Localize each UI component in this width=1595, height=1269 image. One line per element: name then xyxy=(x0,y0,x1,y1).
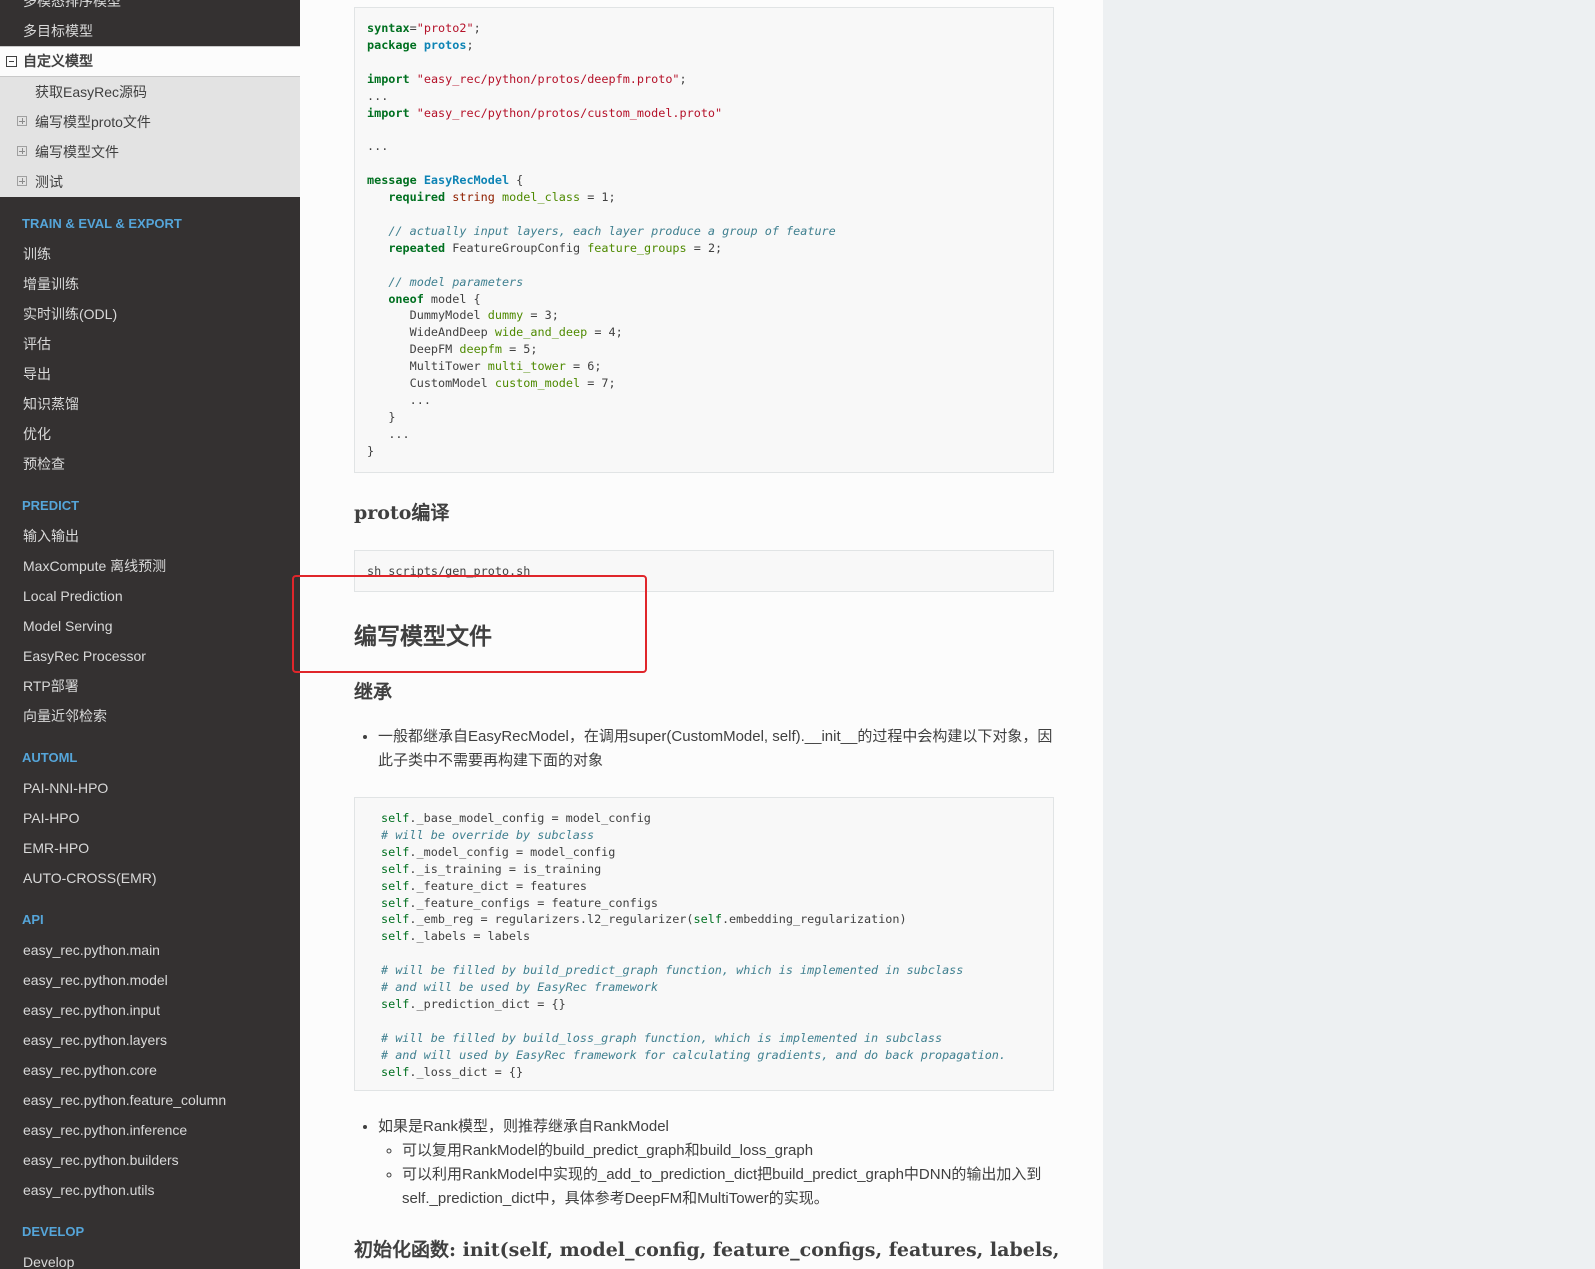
proto-code-block: syntax="proto2"; package protos; import … xyxy=(354,7,1054,473)
list-item-text: 如果是Rank模型，则推荐继承自RankModel xyxy=(378,1118,669,1135)
sidebar-nav-item[interactable]: 导出 xyxy=(0,359,300,389)
list-item: 一般都继承自EasyRecModel，在调用super(CustomModel,… xyxy=(378,725,1054,773)
sidebar-nav-item[interactable]: 知识蒸馏 xyxy=(0,389,300,419)
sidebar-caption: TRAIN & EVAL & EXPORT xyxy=(22,216,182,231)
sidebar-nav-item[interactable]: easy_rec.python.utils xyxy=(0,1175,300,1205)
sidebar-caption: DEVELOP xyxy=(22,1224,85,1239)
sublist-item: 可以利用RankModel中实现的_add_to_prediction_dict… xyxy=(402,1163,1054,1211)
sidebar-nav-item[interactable]: 增量训练 xyxy=(0,269,300,299)
sidebar-caption: AUTOML xyxy=(22,750,78,765)
sidebar-nav-item[interactable]: Local Prediction xyxy=(0,581,300,611)
subnav-label: 获取EasyRec源码 xyxy=(35,84,148,100)
sidebar-nav-item[interactable]: Model Serving xyxy=(0,611,300,641)
sidebar-nav-item[interactable]: 优化 xyxy=(0,419,300,449)
sidebar-nav-item[interactable]: EMR-HPO xyxy=(0,833,300,863)
sidebar-nav-item[interactable]: 预检查 xyxy=(0,449,300,479)
collapse-icon[interactable] xyxy=(6,56,17,67)
heading-proto-compile: proto编译 xyxy=(354,502,450,524)
sublist-item: 可以复用RankModel的build_predict_graph和build_… xyxy=(402,1139,1054,1163)
sidebar-nav-item[interactable]: 评估 xyxy=(0,329,300,359)
nav-item-multitask[interactable]: 多目标模型 xyxy=(0,16,300,46)
sidebar-caption: PREDICT xyxy=(22,498,80,513)
nav-item-multimodal-rank[interactable]: 多模态排序模型 xyxy=(0,0,300,16)
sidebar-nav-item[interactable]: EasyRec Processor xyxy=(0,641,300,671)
sidebar-navigation: 多模态排序模型 多目标模型 自定义模型 获取EasyRec源码 编写模型prot… xyxy=(0,0,300,1269)
expand-icon[interactable] xyxy=(17,176,27,186)
nav-item-custom-model-current[interactable]: 自定义模型 xyxy=(0,46,300,77)
sidebar-nav-item[interactable]: easy_rec.python.model xyxy=(0,965,300,995)
list-item: 如果是Rank模型，则推荐继承自RankModel 可以复用RankModel的… xyxy=(378,1115,1054,1211)
sidebar-nav-item[interactable]: easy_rec.python.input xyxy=(0,995,300,1025)
subnav-label: 编写模型文件 xyxy=(35,144,119,160)
heading-init-function: 初始化函数: init(self, model_config, feature_… xyxy=(354,1239,1060,1261)
sidebar-nav-item[interactable]: easy_rec.python.layers xyxy=(0,1025,300,1055)
sidebar-nav-item[interactable]: easy_rec.python.main xyxy=(0,935,300,965)
nav-current-label: 自定义模型 xyxy=(23,53,93,69)
rank-model-list: 如果是Rank模型，则推荐继承自RankModel 可以复用RankModel的… xyxy=(354,1115,1054,1211)
sidebar-nav-item[interactable]: 实时训练(ODL) xyxy=(0,299,300,329)
expand-icon[interactable] xyxy=(17,146,27,156)
sidebar-nav-item[interactable]: PAI-HPO xyxy=(0,803,300,833)
sidebar-nav-item[interactable]: easy_rec.python.builders xyxy=(0,1145,300,1175)
subnav-label: 测试 xyxy=(35,174,63,190)
sidebar-nav-item[interactable]: 向量近邻检索 xyxy=(0,701,300,731)
sidebar-nav-item[interactable]: easy_rec.python.inference xyxy=(0,1115,300,1145)
sidebar-nav-item[interactable]: Develop xyxy=(0,1247,300,1269)
sidebar-caption: API xyxy=(22,912,44,927)
subnav-item-get-source[interactable]: 获取EasyRec源码 xyxy=(0,77,300,107)
expand-icon[interactable] xyxy=(17,116,27,126)
init-code-block: self._base_model_config = model_config #… xyxy=(354,797,1054,1091)
sublist: 可以复用RankModel的build_predict_graph和build_… xyxy=(378,1139,1054,1211)
page-right-margin xyxy=(1103,0,1595,1269)
highlight-box xyxy=(292,575,647,673)
sidebar-nav-item[interactable]: 输入输出 xyxy=(0,521,300,551)
inherit-list: 一般都继承自EasyRecModel，在调用super(CustomModel,… xyxy=(354,725,1054,773)
heading-inherit: 继承 xyxy=(354,681,393,703)
sidebar-nav-item[interactable]: easy_rec.python.feature_column xyxy=(0,1085,300,1115)
subnav-item-test[interactable]: 测试 xyxy=(0,167,300,197)
sidebar-nav-item[interactable]: MaxCompute 离线预测 xyxy=(0,551,300,581)
sidebar-nav-item[interactable]: 训练 xyxy=(0,239,300,269)
subnav-item-proto-file[interactable]: 编写模型proto文件 xyxy=(0,107,300,137)
subnav-item-model-file[interactable]: 编写模型文件 xyxy=(0,137,300,167)
sidebar-nav-item[interactable]: PAI-NNI-HPO xyxy=(0,773,300,803)
sidebar-nav-item[interactable]: RTP部署 xyxy=(0,671,300,701)
custom-model-subnav: 获取EasyRec源码 编写模型proto文件 编写模型文件 测试 xyxy=(0,77,300,197)
sidebar-sections: TRAIN & EVAL & EXPORT 训练 增量训练 实时训练(ODL) 评估 导出… xyxy=(0,209,300,1269)
sidebar-nav-item[interactable]: easy_rec.python.core xyxy=(0,1055,300,1085)
subnav-label: 编写模型proto文件 xyxy=(35,114,151,130)
sidebar-nav-item[interactable]: AUTO-CROSS(EMR) xyxy=(0,863,300,893)
